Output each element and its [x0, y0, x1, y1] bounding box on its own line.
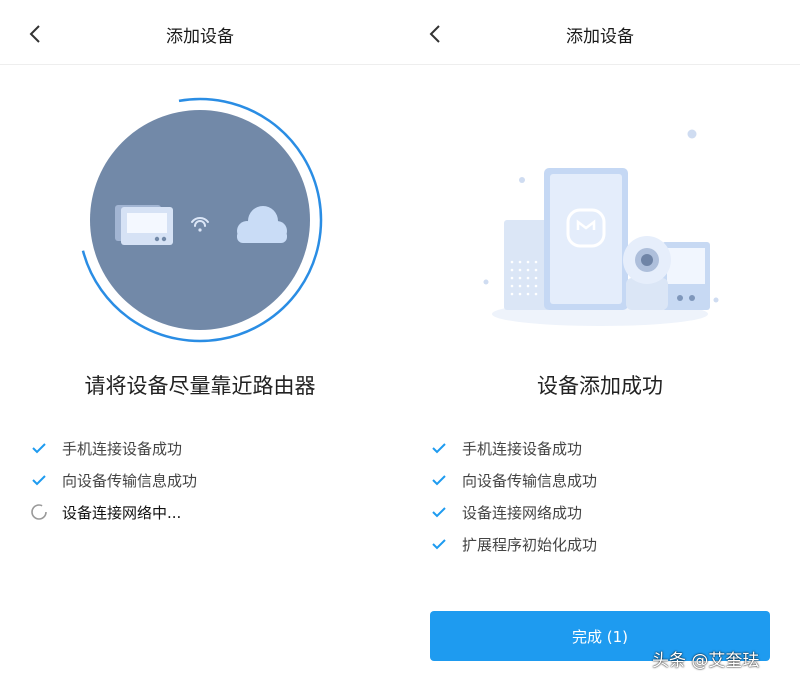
page-heading: 设备添加成功 [537, 374, 663, 398]
camera-device [623, 236, 671, 310]
step-label: 手机连接设备成功 [462, 439, 583, 458]
right-screen: 添加设备 设备添加成功 手机连接设备成功 向设备传输信息成功 设备连接网络成功 … [400, 0, 800, 690]
check-icon [428, 501, 450, 523]
step-phone-connect: 手机连接设备成功 [28, 432, 197, 464]
step-phone-connect: 手机连接设备成功 [428, 432, 597, 464]
page-heading: 请将设备尽量靠近路由器 [84, 374, 316, 398]
check-icon [28, 437, 50, 459]
left-screen: 添加设备 请将设备尽量靠近路由器 手机连接设备成功 向设备传输信息成功 设备连接… [0, 0, 400, 690]
check-icon [428, 469, 450, 491]
step-label: 手机连接设备成功 [62, 439, 183, 458]
progress-steps: 手机连接设备成功 向设备传输信息成功 设备连接网络中... [28, 432, 197, 528]
check-icon [28, 469, 50, 491]
step-label: 扩展程序初始化成功 [462, 535, 598, 554]
phone-device [544, 168, 628, 310]
step-label: 向设备传输信息成功 [62, 471, 198, 490]
step-plugin-init: 扩展程序初始化成功 [428, 528, 597, 560]
spinner-icon [28, 501, 50, 523]
header: 添加设备 [400, 0, 800, 65]
step-label: 设备连接网络中... [62, 503, 182, 522]
step-network-connected: 设备连接网络成功 [428, 496, 597, 528]
watermark: 头条 @艾奎珐 [652, 651, 760, 671]
step-label: 设备连接网络成功 [462, 503, 583, 522]
page-title: 添加设备 [566, 27, 634, 47]
check-icon [428, 437, 450, 459]
progress-steps: 手机连接设备成功 向设备传输信息成功 设备连接网络成功 扩展程序初始化成功 [428, 432, 597, 560]
connecting-illustration [77, 97, 323, 343]
page-title: 添加设备 [166, 27, 234, 47]
step-network-connecting: 设备连接网络中... [28, 496, 197, 528]
header: 添加设备 [0, 0, 400, 65]
router-icon [115, 205, 173, 245]
step-transfer-info: 向设备传输信息成功 [428, 464, 597, 496]
step-transfer-info: 向设备传输信息成功 [28, 464, 197, 496]
check-icon [428, 533, 450, 555]
speaker-device [504, 220, 550, 310]
step-label: 向设备传输信息成功 [462, 471, 598, 490]
success-illustration [483, 129, 719, 326]
